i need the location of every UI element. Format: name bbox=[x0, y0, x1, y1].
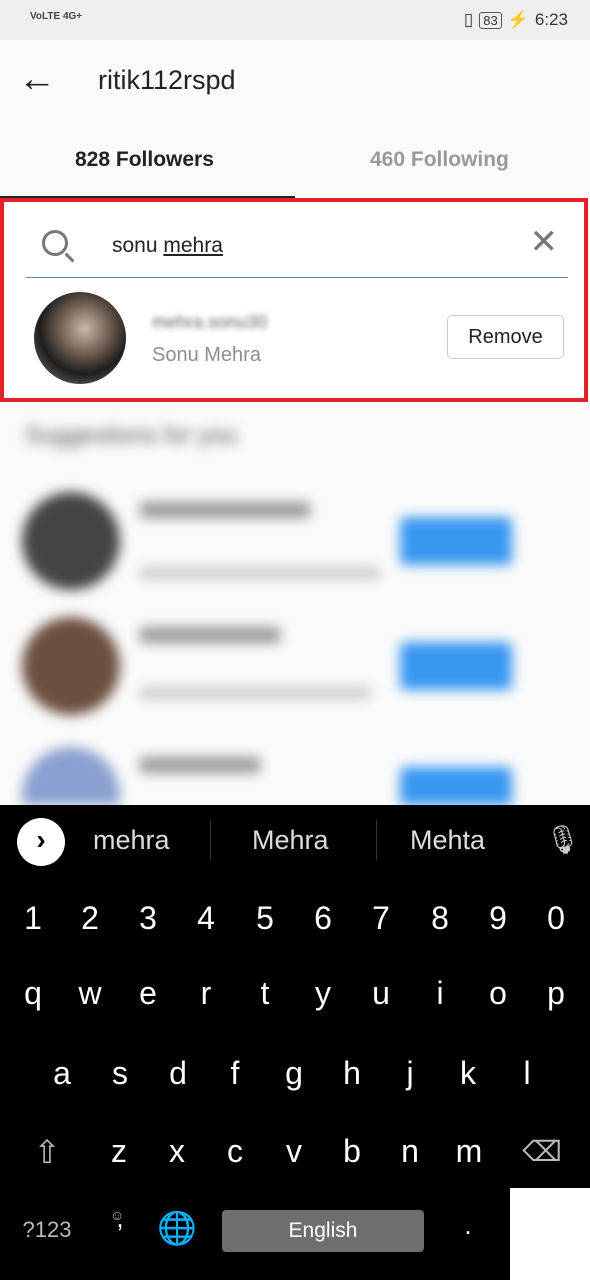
key-d[interactable]: d bbox=[158, 1055, 198, 1092]
key-z[interactable]: z bbox=[99, 1133, 139, 1170]
suggestion[interactable]: Mehta bbox=[410, 825, 485, 856]
key-y[interactable]: y bbox=[303, 975, 343, 1012]
back-arrow-icon[interactable]: ← bbox=[18, 60, 56, 98]
space-key[interactable]: English bbox=[222, 1210, 424, 1252]
search-input[interactable]: sonu mehra ✕ bbox=[26, 210, 568, 278]
suggestion[interactable]: Mehra bbox=[252, 825, 329, 856]
status-bar: VoLTE 4G+ ▯ 83 ⚡ 6:23 bbox=[0, 0, 590, 40]
key-w[interactable]: w bbox=[70, 975, 110, 1012]
charging-icon: ⚡ bbox=[507, 10, 529, 29]
key-0[interactable]: 0 bbox=[536, 900, 576, 937]
key-b[interactable]: b bbox=[332, 1133, 372, 1170]
key-8[interactable]: 8 bbox=[420, 900, 460, 937]
symbols-key[interactable]: ?123 bbox=[12, 1217, 82, 1243]
shift-key[interactable]: ⇧ bbox=[27, 1133, 67, 1171]
key-1[interactable]: 1 bbox=[13, 900, 53, 937]
page-title: ritik112rspd bbox=[98, 65, 236, 95]
tab-following[interactable]: 460 Following bbox=[370, 148, 509, 172]
network-indicator: VoLTE 4G+ bbox=[30, 11, 83, 22]
username[interactable]: mehra.sonu30 bbox=[152, 312, 267, 333]
suggestions-blurred: Suggestions for you bbox=[0, 402, 590, 805]
suggestion-bar: › mehra Mehra Mehta 🎙 bbox=[0, 805, 590, 880]
key-9[interactable]: 9 bbox=[478, 900, 518, 937]
key-r[interactable]: r bbox=[186, 975, 226, 1012]
key-7[interactable]: 7 bbox=[361, 900, 401, 937]
avatar[interactable] bbox=[34, 292, 126, 384]
globe-icon[interactable]: 🌐 bbox=[157, 1209, 197, 1247]
key-j[interactable]: j bbox=[390, 1055, 430, 1092]
header: ← ritik112rspd bbox=[0, 40, 590, 122]
key-v[interactable]: v bbox=[274, 1133, 314, 1170]
key-a[interactable]: a bbox=[42, 1055, 82, 1092]
key-x[interactable]: x bbox=[157, 1133, 197, 1170]
key-p[interactable]: p bbox=[536, 975, 576, 1012]
enter-key[interactable] bbox=[510, 1188, 590, 1280]
keyboard: › mehra Mehra Mehta 🎙 1234567890 qwertyui… bbox=[0, 805, 590, 1280]
search-value[interactable]: sonu mehra bbox=[112, 234, 223, 258]
key-2[interactable]: 2 bbox=[70, 900, 110, 937]
key-g[interactable]: g bbox=[274, 1055, 314, 1092]
highlight-box: sonu mehra ✕ mehra.sonu30 Sonu Mehra Rem… bbox=[0, 198, 588, 402]
key-h[interactable]: h bbox=[332, 1055, 372, 1092]
period-key[interactable]: . bbox=[448, 1210, 488, 1241]
key-l[interactable]: l bbox=[507, 1055, 547, 1092]
key-5[interactable]: 5 bbox=[245, 900, 285, 937]
key-e[interactable]: e bbox=[128, 975, 168, 1012]
key-3[interactable]: 3 bbox=[128, 900, 168, 937]
key-f[interactable]: f bbox=[215, 1055, 255, 1092]
search-composing-text: mehra bbox=[163, 234, 223, 257]
clock: 6:23 bbox=[534, 10, 568, 29]
suggestion[interactable]: mehra bbox=[93, 825, 170, 856]
key-i[interactable]: i bbox=[420, 975, 460, 1012]
full-name: Sonu Mehra bbox=[152, 344, 261, 366]
expand-chevron-icon[interactable]: › bbox=[17, 818, 65, 866]
vibrate-icon: ▯ bbox=[463, 10, 474, 29]
suggestions-title: Suggestions for you bbox=[25, 422, 238, 449]
backspace-key[interactable]: ⌫ bbox=[522, 1135, 562, 1168]
key-q[interactable]: q bbox=[13, 975, 53, 1012]
tab-bar: 828 Followers 460 Following bbox=[0, 122, 590, 198]
key-n[interactable]: n bbox=[390, 1133, 430, 1170]
key-c[interactable]: c bbox=[215, 1133, 255, 1170]
key-u[interactable]: u bbox=[361, 975, 401, 1012]
key-s[interactable]: s bbox=[100, 1055, 140, 1092]
search-text: sonu bbox=[112, 234, 164, 257]
microphone-icon[interactable]: 🎙 bbox=[545, 823, 581, 856]
key-4[interactable]: 4 bbox=[186, 900, 226, 937]
clear-icon[interactable]: ✕ bbox=[530, 222, 559, 262]
key-t[interactable]: t bbox=[245, 975, 285, 1012]
tab-followers[interactable]: 828 Followers bbox=[75, 148, 214, 172]
remove-button[interactable]: Remove bbox=[447, 315, 564, 359]
key-o[interactable]: o bbox=[478, 975, 518, 1012]
emoji-icon: ☺ bbox=[110, 1207, 125, 1223]
key-m[interactable]: m bbox=[449, 1133, 489, 1170]
key-6[interactable]: 6 bbox=[303, 900, 343, 937]
battery-icon: 83 bbox=[479, 11, 502, 29]
search-icon bbox=[42, 230, 68, 256]
key-k[interactable]: k bbox=[448, 1055, 488, 1092]
